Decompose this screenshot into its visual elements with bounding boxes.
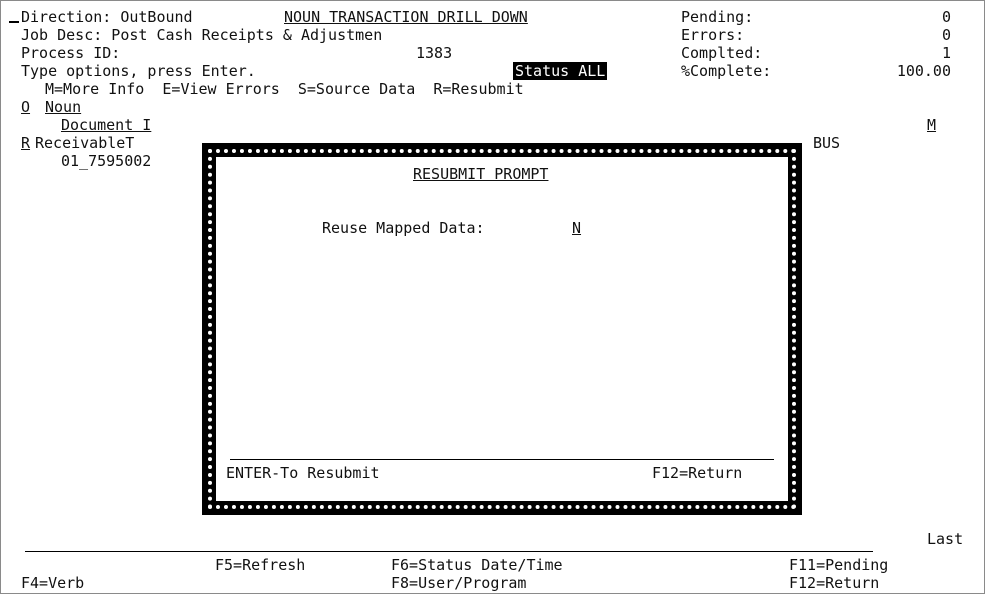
cursor xyxy=(9,21,19,23)
percent-complete-label: %Complete: xyxy=(681,62,772,80)
popup-divider xyxy=(230,459,774,460)
f11-pending-key[interactable]: F11=Pending xyxy=(789,556,888,574)
enter-resubmit-key[interactable]: ENTER-To Resubmit xyxy=(226,464,380,482)
list-position-indicator: Last xyxy=(927,530,964,548)
status-badge[interactable]: Status ALL xyxy=(513,62,608,80)
f12-return-key[interactable]: F12=Return xyxy=(789,574,879,592)
direction-label: Direction: OutBound xyxy=(21,8,193,26)
popup-f12-return-key[interactable]: F12=Return xyxy=(652,464,742,482)
resubmit-prompt-window: RESUBMIT PROMPT Reuse Mapped Data: N ENT… xyxy=(202,143,802,515)
completed-label: Complted: xyxy=(681,44,763,62)
reuse-mapped-data-input[interactable]: N xyxy=(572,219,581,237)
f4-verb-key[interactable]: F4=Verb xyxy=(21,574,84,592)
completed-value: 1 xyxy=(941,44,951,62)
popup-body: RESUBMIT PROMPT Reuse Mapped Data: N ENT… xyxy=(216,157,788,501)
pending-value: 0 xyxy=(941,8,951,26)
errors-value: 0 xyxy=(941,26,951,44)
noun-column-header: Noun xyxy=(45,98,82,116)
popup-title: RESUBMIT PROMPT xyxy=(413,165,549,183)
process-id-value: 1383 xyxy=(416,44,453,62)
errors-label: Errors: xyxy=(681,26,745,44)
row-option-input[interactable]: R xyxy=(21,134,30,152)
pending-label: Pending: xyxy=(681,8,754,26)
percent-complete-value: 100.00 xyxy=(896,62,951,80)
f5-refresh-key[interactable]: F5=Refresh xyxy=(215,556,305,574)
footer-separator xyxy=(25,551,873,552)
instructions-text: Type options, press Enter. xyxy=(21,62,256,80)
process-id-label: Process ID: xyxy=(21,44,121,62)
option-column-header: O xyxy=(21,98,31,116)
f8-user-program-key[interactable]: F8=User/Program xyxy=(391,574,526,592)
m-column-header: M xyxy=(927,116,937,134)
options-legend: M=More Info E=View Errors S=Source Data … xyxy=(45,80,524,98)
row-bus: BUS xyxy=(813,134,841,152)
row-document-id: 01_7595002 xyxy=(61,152,152,170)
f6-status-date-time-key[interactable]: F6=Status Date/Time xyxy=(391,556,563,574)
reuse-mapped-data-label: Reuse Mapped Data: xyxy=(322,219,485,237)
popup-dotted-border: RESUBMIT PROMPT Reuse Mapped Data: N ENT… xyxy=(208,149,796,509)
terminal-screen: Direction: OutBound NOUN TRANSACTION DRI… xyxy=(0,0,985,594)
row-noun: ReceivableT xyxy=(35,134,135,152)
screen-title: NOUN TRANSACTION DRILL DOWN xyxy=(284,8,528,26)
document-id-column-header: Document I xyxy=(61,116,152,134)
job-description: Job Desc: Post Cash Receipts & Adjustmen xyxy=(21,26,383,44)
